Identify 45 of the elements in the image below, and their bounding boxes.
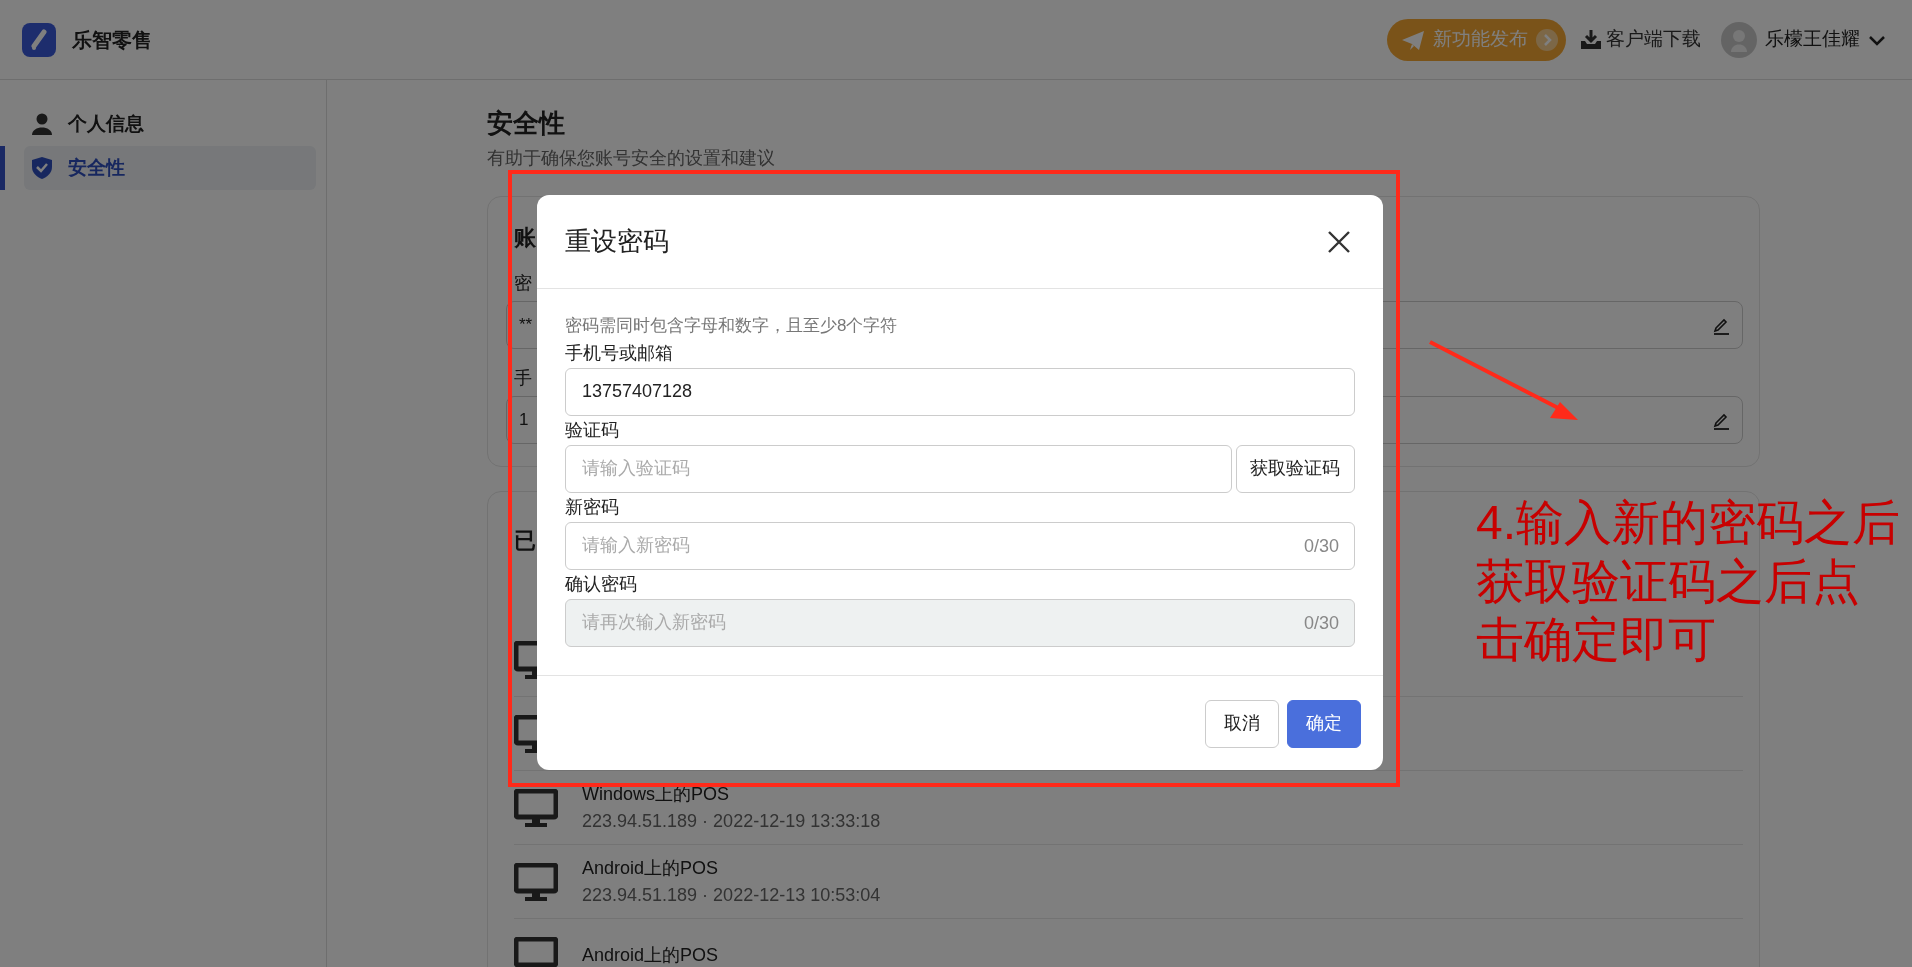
download-icon bbox=[1580, 29, 1602, 50]
user-menu[interactable]: 乐檬王佳耀 bbox=[1715, 20, 1892, 59]
card-title: 账 bbox=[514, 224, 536, 252]
page-subtitle: 有助于确保您账号安全的设置和建议 bbox=[487, 147, 776, 170]
verification-code-field[interactable]: 请输入验证码 bbox=[565, 444, 1232, 493]
paper-plane-icon bbox=[1401, 28, 1425, 51]
close-icon bbox=[1327, 229, 1351, 254]
get-code-button[interactable]: 获取验证码 bbox=[1235, 444, 1355, 493]
character-counter: 0/30 bbox=[1303, 611, 1339, 634]
monitor-icon bbox=[514, 936, 558, 967]
annotation-text: 获取验证码之后点 bbox=[1476, 553, 1861, 610]
device-name: Windows上的POS bbox=[582, 782, 731, 806]
download-button[interactable]: 客户端下载 bbox=[1574, 24, 1707, 55]
card-title: 已 bbox=[514, 527, 536, 555]
field-label: 确认密码 bbox=[565, 572, 637, 596]
cancel-button[interactable]: 取消 bbox=[1205, 699, 1279, 748]
field-label: 手机号或邮箱 bbox=[565, 341, 673, 365]
person-icon bbox=[32, 113, 52, 135]
annotation-text: 4.输入新的密码之后 bbox=[1476, 495, 1901, 551]
annotation-text: 击确定即可 bbox=[1476, 612, 1717, 669]
monitor-icon bbox=[514, 714, 537, 753]
monitor-icon bbox=[514, 788, 558, 827]
shield-check-icon bbox=[32, 157, 52, 179]
sidebar-item[interactable]: 安全性 bbox=[24, 146, 316, 190]
phone-or-email-field[interactable]: 13757407128 bbox=[565, 367, 1355, 416]
avatar-icon bbox=[1721, 21, 1757, 58]
dialog-title: 重设密码 bbox=[565, 225, 669, 258]
field-label: 验证码 bbox=[565, 418, 619, 442]
field-label: 密 bbox=[514, 272, 532, 295]
character-counter: 0/30 bbox=[1303, 534, 1339, 557]
sidebar-item[interactable]: 个人信息 bbox=[24, 102, 316, 146]
monitor-icon bbox=[514, 640, 537, 679]
password-hint: 密码需同时包含字母和数字，且至少8个字符 bbox=[565, 315, 899, 337]
logo-icon bbox=[22, 22, 56, 57]
page-title: 安全性 bbox=[487, 107, 566, 140]
monitor-icon bbox=[514, 862, 558, 901]
field-label: 新密码 bbox=[565, 495, 619, 519]
device-detail: 223.94.51.189 · 2022-12-13 10:53:04 bbox=[582, 883, 881, 907]
confirm-button[interactable]: 确定 bbox=[1287, 699, 1361, 748]
app-name: 乐智零售 bbox=[72, 27, 152, 53]
device-name: Android上的POS bbox=[582, 944, 719, 967]
device-detail: 223.94.51.189 · 2022-12-19 13:33:18 bbox=[582, 809, 881, 833]
field-label: 手 bbox=[514, 367, 532, 390]
active-indicator bbox=[0, 146, 5, 190]
device-name: Android上的POS bbox=[582, 856, 720, 880]
